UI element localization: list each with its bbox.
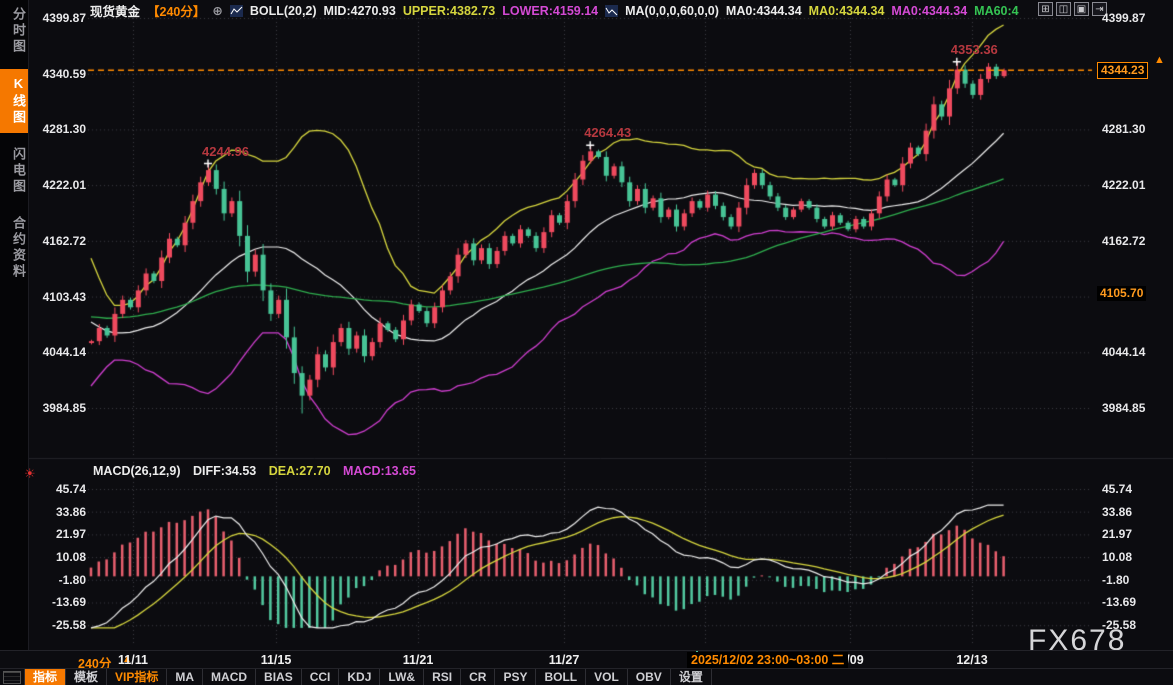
toolbar-button-KDJ[interactable]: KDJ — [339, 669, 380, 685]
pane-layout-icon[interactable]: ◫ — [1056, 2, 1071, 16]
toolbar-button-VOL[interactable]: VOL — [586, 669, 628, 685]
toolbar-button-设置[interactable]: 设置 — [671, 669, 712, 685]
list-icon[interactable] — [3, 671, 21, 684]
candle-tooltip: 2025/12/02 23:00~03:00 二 — [687, 652, 848, 668]
toolbar-button-模板[interactable]: 模板 — [66, 669, 107, 685]
toolbar-button-BOLL[interactable]: BOLL — [536, 669, 586, 685]
chart-window-controls: ⊞◫▣⇥ — [1038, 2, 1107, 16]
axis-scale-icon[interactable]: ▣ — [1074, 2, 1089, 16]
xaxis-label-11/11: 11/11 — [118, 653, 148, 667]
xaxis-label-11/27: 11/27 — [549, 653, 580, 667]
toolbar-button-OBV[interactable]: OBV — [628, 669, 671, 685]
sidebar-tab-2[interactable]: K线图 — [0, 69, 28, 133]
toolbar-button-PSY[interactable]: PSY — [495, 669, 536, 685]
add-indicator-icon[interactable]: ⊕ — [212, 3, 222, 18]
candlestick-chart-canvas[interactable] — [28, 0, 1173, 650]
xaxis-label-11/21: 11/21 — [403, 653, 434, 667]
toolbar-button-BIAS[interactable]: BIAS — [256, 669, 302, 685]
indicator-toolbar: 指标模板VIP指标MAMACDBIASCCIKDJLW&RSICRPSYBOLL… — [0, 668, 1173, 685]
toolbar-button-VIP指标[interactable]: VIP指标 — [107, 669, 167, 685]
sidebar-tab-1[interactable]: 分时图 — [0, 0, 28, 62]
crosshair-move-icon[interactable]: ⊞ — [1038, 2, 1053, 16]
live-indicator-icon[interactable]: ☀ — [24, 466, 36, 482]
toolbar-button-LW&[interactable]: LW& — [380, 669, 424, 685]
toolbar-button-指标[interactable]: 指标 — [24, 669, 66, 685]
sidebar-tab-3[interactable]: 闪电图 — [0, 140, 28, 202]
toolbar-button-CCI[interactable]: CCI — [302, 669, 340, 685]
xaxis-label-/09: /09 — [846, 653, 863, 667]
sidebar: 分时图 K线图闪电图合约资料 — [0, 0, 29, 650]
scroll-to-latest-icon[interactable]: ▲ — [1154, 54, 1165, 66]
toolbar-button-CR[interactable]: CR — [461, 669, 495, 685]
xaxis-label-11/15: 11/15 — [261, 653, 292, 667]
app-root: 分时图K线图闪电图合约资料 现货黄金 【240分】 ⊕ BOLL(20,2) M… — [0, 0, 1173, 685]
scroll-right-icon[interactable]: ⇥ — [1092, 2, 1107, 16]
sidebar-tab-4[interactable]: 合约资料 — [0, 209, 28, 287]
toolbar-button-RSI[interactable]: RSI — [424, 669, 461, 685]
xaxis-row: 240分 ▲ 2025/12/02 23:00~03:00 二 11/1111/… — [0, 650, 1173, 669]
toolbar-button-MACD[interactable]: MACD — [203, 669, 256, 685]
toolbar-button-MA[interactable]: MA — [167, 669, 203, 685]
xaxis-label-12/13: 12/13 — [956, 653, 987, 667]
